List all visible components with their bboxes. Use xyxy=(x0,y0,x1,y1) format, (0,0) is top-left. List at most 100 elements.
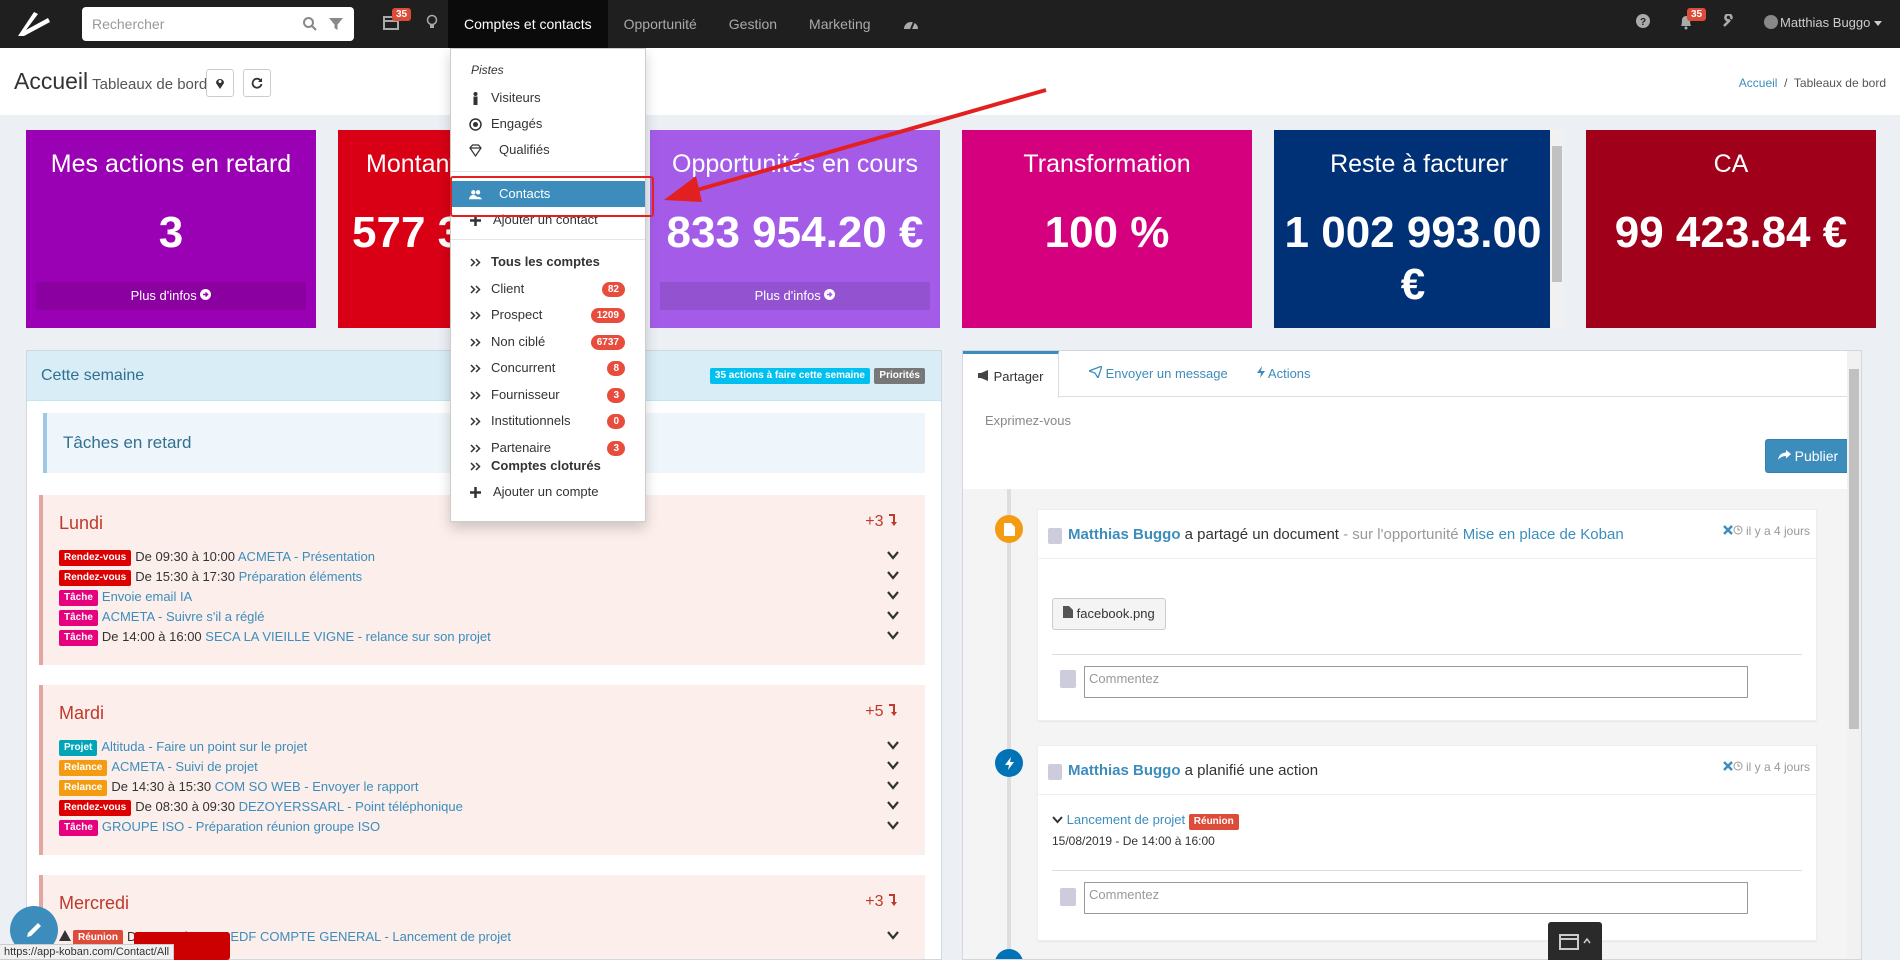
comment-input[interactable]: Commentez xyxy=(1084,666,1748,698)
search-icon[interactable] xyxy=(302,16,318,32)
task-link[interactable]: SECA LA VIEILLE VIGNE - relance sur son … xyxy=(205,629,490,644)
task-link[interactable]: DEZOYERSSARL - Point téléphonique xyxy=(239,799,463,814)
post-user-link[interactable]: Matthias Buggo xyxy=(1068,762,1181,779)
share-icon xyxy=(1777,450,1791,460)
day-more-count[interactable]: +3 xyxy=(865,513,897,531)
tile-scrollbar[interactable] xyxy=(1550,130,1564,328)
more-label: Plus d'infos xyxy=(754,288,821,303)
menu-comptes-clotures[interactable]: Comptes cloturés xyxy=(451,453,645,479)
day-more-count[interactable]: +5 xyxy=(865,703,897,721)
timeline-line xyxy=(1007,489,1011,959)
clock-icon xyxy=(1733,761,1743,771)
help-icon[interactable]: ? xyxy=(1636,14,1650,28)
task-time: De 14:00 à 16:00 xyxy=(101,629,202,644)
level-down-icon xyxy=(889,514,897,526)
task-link[interactable]: ACMETA - Suivre s'il a réglé xyxy=(102,609,265,624)
chevron-down-icon[interactable] xyxy=(887,739,899,751)
tab-actions[interactable]: Actions xyxy=(1243,351,1325,397)
close-icon[interactable] xyxy=(1722,525,1733,535)
nav-marketing[interactable]: Marketing xyxy=(793,0,886,48)
comment-input[interactable]: Commentez xyxy=(1084,882,1748,914)
tab-envoyer-message[interactable]: Envoyer un message xyxy=(1075,351,1242,397)
user-menu[interactable]: Matthias Buggo xyxy=(1764,15,1882,30)
day-name: Mardi xyxy=(59,703,105,723)
menu-engages[interactable]: Engagés xyxy=(451,111,645,137)
post-meta: il y a 4 jours xyxy=(1722,524,1810,538)
refresh-button[interactable] xyxy=(243,69,271,97)
filter-icon[interactable] xyxy=(328,16,344,32)
chevron-down-icon[interactable] xyxy=(887,629,899,641)
lightbulb-icon[interactable] xyxy=(426,14,438,30)
plus-icon xyxy=(470,487,481,498)
menu-account-prospect[interactable]: Prospect 1209 xyxy=(451,302,645,328)
chevron-down-icon[interactable] xyxy=(887,799,899,811)
task-link[interactable]: Préparation éléments xyxy=(239,569,363,584)
task-link[interactable]: GROUPE ISO - Préparation réunion groupe … xyxy=(102,819,380,834)
tile-more-link[interactable]: Plus d'infos xyxy=(36,282,306,310)
user-avatar xyxy=(1764,15,1779,29)
publish-button[interactable]: Publier xyxy=(1765,439,1851,473)
opportunity-link[interactable]: Mise en place de Koban xyxy=(1463,526,1624,543)
search-box[interactable]: Rechercher xyxy=(82,7,354,41)
task-link[interactable]: Altituda - Faire un point sur le projet xyxy=(101,739,307,754)
arrow-circle-right-icon xyxy=(824,289,836,300)
attached-file[interactable]: facebook.png xyxy=(1052,598,1166,630)
menu-account-tous-les-comptes[interactable]: Tous les comptes xyxy=(451,249,645,275)
menu-qualifies[interactable]: Qualifiés xyxy=(451,137,645,163)
breadcrumb-home[interactable]: Accueil xyxy=(1739,76,1778,90)
double-chevron-right-icon xyxy=(470,390,481,400)
menu-visiteurs[interactable]: Visiteurs xyxy=(451,85,645,111)
chevron-down-icon[interactable] xyxy=(887,929,899,941)
chevron-down-icon[interactable] xyxy=(887,609,899,621)
task-tag: Relance xyxy=(59,780,108,796)
task-link[interactable]: Envoie email IA xyxy=(102,589,192,604)
nav-opportunite[interactable]: Opportunité xyxy=(608,0,713,48)
close-icon[interactable] xyxy=(1722,761,1733,771)
tile-title: Reste à facturer xyxy=(1330,150,1508,178)
arrow-circle-right-icon xyxy=(200,289,212,300)
post-user-link[interactable]: Matthias Buggo xyxy=(1068,526,1181,543)
post-input[interactable]: Exprimez-vous xyxy=(985,413,1071,428)
chevron-down-icon[interactable] xyxy=(887,759,899,771)
menu-account-non-cibl-[interactable]: Non ciblé 6737 xyxy=(451,329,645,355)
koban-logo[interactable] xyxy=(14,8,54,40)
paper-plane-icon xyxy=(1087,364,1104,380)
pin-button[interactable] xyxy=(206,69,234,97)
task-link[interactable]: EDF COMPTE GENERAL - Lancement de projet xyxy=(230,929,511,944)
commenter-avatar xyxy=(1060,670,1076,688)
nav-dashboard[interactable] xyxy=(887,0,935,48)
day-mardi: Mardi +5 Projet Altituda - Faire un point… xyxy=(39,685,925,855)
feed-scrollbar[interactable] xyxy=(1847,351,1861,959)
chevron-down-icon[interactable] xyxy=(887,589,899,601)
task-link[interactable]: ACMETA - Présentation xyxy=(238,549,375,564)
day-more-count[interactable]: +3 xyxy=(865,893,897,911)
chevron-down-icon[interactable] xyxy=(887,819,899,831)
priorities-badge[interactable]: Priorités xyxy=(874,368,925,384)
chevron-down-icon[interactable] xyxy=(1052,816,1063,824)
chevron-down-icon[interactable] xyxy=(887,779,899,791)
task-time: De 14:30 à 15:30 xyxy=(111,779,212,794)
calendar-toggle[interactable] xyxy=(1548,922,1602,960)
tab-partager[interactable]: Partager xyxy=(963,351,1059,398)
nav-comptes-contacts[interactable]: Comptes et contacts xyxy=(448,0,608,48)
menu-account-concurrent[interactable]: Concurrent 8 xyxy=(451,355,645,381)
nav-gestion[interactable]: Gestion xyxy=(713,0,793,48)
tile-value: 100 % xyxy=(1044,208,1170,257)
chevron-down-icon[interactable] xyxy=(887,569,899,581)
menu-account-institutionnels[interactable]: Institutionnels 0 xyxy=(451,408,645,434)
menu-ajouter-compte[interactable]: Ajouter un compte xyxy=(451,479,645,505)
search-input[interactable]: Rechercher xyxy=(92,16,292,32)
wrench-icon[interactable] xyxy=(1722,14,1736,28)
male-icon xyxy=(473,92,478,105)
tile-more-link[interactable]: Plus d'infos xyxy=(660,282,930,310)
menu-label: Concurrent xyxy=(491,360,556,375)
actions-count-badge[interactable]: 35 actions à faire cette semaine xyxy=(709,368,870,384)
tile-reste-facturer: Reste à facturer 1 002 993.00 € xyxy=(1274,130,1564,328)
task-link[interactable]: ACMETA - Suivi de projet xyxy=(111,759,257,774)
menu-account-client[interactable]: Client 82 xyxy=(451,276,645,302)
task-link[interactable]: COM SO WEB - Envoyer le rapport xyxy=(215,779,419,794)
chevron-down-icon[interactable] xyxy=(887,549,899,561)
menu-account-fournisseur[interactable]: Fournisseur 3 xyxy=(451,382,645,408)
tile-title: Mes actions en retard xyxy=(50,150,292,178)
action-link[interactable]: Lancement de projet xyxy=(1067,812,1186,827)
